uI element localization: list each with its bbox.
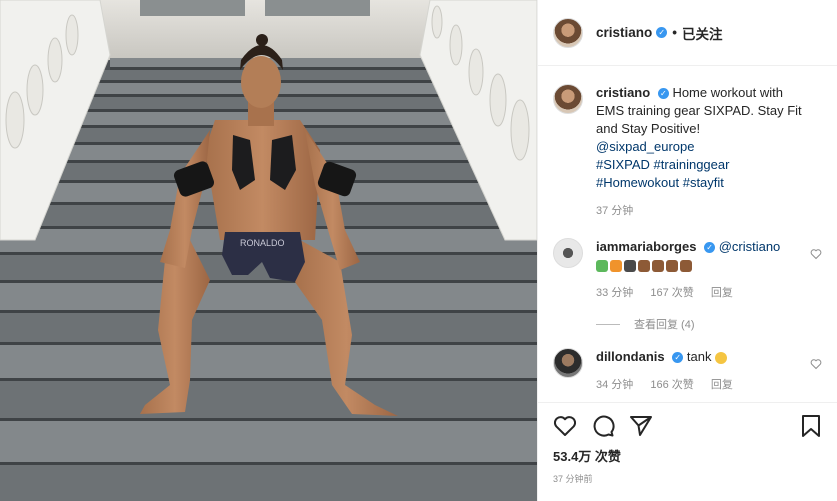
post-side-panel: cristiano ✓ • 已关注 cristiano ✓ Home worko…: [537, 0, 837, 501]
heart-icon[interactable]: [810, 358, 822, 370]
divider-line: [596, 323, 620, 325]
post-photo[interactable]: RONALDO: [0, 0, 537, 501]
comment-avatar[interactable]: [553, 348, 583, 378]
view-replies-label: 查看回复 (4): [634, 319, 695, 331]
header-dot: •: [672, 25, 678, 40]
reply-button[interactable]: 回复: [711, 379, 733, 391]
post-header: cristiano ✓ • 已关注: [538, 0, 837, 66]
caption-row: cristiano ✓ Home workout with EMS traini…: [553, 84, 822, 220]
post-image: RONALDO: [0, 0, 537, 501]
comment-row: iammariaborges ✓ @cristiano 33 分钟 167 次赞…: [553, 238, 822, 302]
caption-avatar[interactable]: [553, 84, 583, 114]
comment-avatar[interactable]: [553, 238, 583, 268]
view-replies-button[interactable]: 查看回复 (4): [596, 316, 822, 332]
caption-time: 37 分钟: [596, 205, 634, 217]
comment-icon[interactable]: [591, 414, 615, 438]
comment-time: 34 分钟: [596, 379, 634, 391]
likes-count[interactable]: 53.4万 次赞: [553, 446, 822, 465]
comment-username[interactable]: dillondanis: [596, 349, 665, 364]
comments-list[interactable]: cristiano ✓ Home workout with EMS traini…: [538, 66, 837, 402]
emoji-icon: [715, 351, 728, 364]
svg-text:RONALDO: RONALDO: [240, 238, 285, 248]
heart-icon[interactable]: [553, 414, 577, 438]
author-avatar[interactable]: [553, 17, 583, 48]
comment-likes[interactable]: 167 次赞: [650, 287, 693, 299]
reply-button[interactable]: 回复: [711, 287, 733, 299]
comment-likes[interactable]: 166 次赞: [650, 379, 693, 391]
follow-status-button[interactable]: 已关注: [682, 23, 723, 43]
verified-icon: ✓: [656, 27, 668, 38]
verified-icon: ✓: [704, 242, 716, 254]
caption-mention[interactable]: @sixpad_europe: [596, 139, 694, 154]
caption-hashtags-1[interactable]: #SIXPAD #traininggear: [596, 157, 729, 172]
comment-time: 33 分钟: [596, 287, 634, 299]
post-time: 37 分钟前: [553, 474, 593, 484]
heart-icon[interactable]: [810, 248, 822, 260]
post-actions: 53.4万 次赞 37 分钟前: [538, 402, 837, 485]
verified-icon: ✓: [672, 352, 684, 364]
comment-username[interactable]: iammariaborges: [596, 239, 696, 254]
comment-row: dillondanis ✓ tank 34 分钟 166 次赞 回复: [553, 348, 822, 394]
author-username[interactable]: cristiano: [596, 25, 652, 40]
caption-hashtags-2[interactable]: #Homewokout #stayfit: [596, 175, 724, 190]
comment-text: tank: [686, 349, 712, 364]
bookmark-icon[interactable]: [800, 414, 822, 438]
comment-emojis: [596, 257, 694, 272]
verified-icon: ✓: [657, 88, 669, 100]
comment-mention[interactable]: @cristiano: [719, 239, 781, 254]
caption-username[interactable]: cristiano: [596, 85, 650, 100]
share-icon[interactable]: [629, 414, 653, 438]
